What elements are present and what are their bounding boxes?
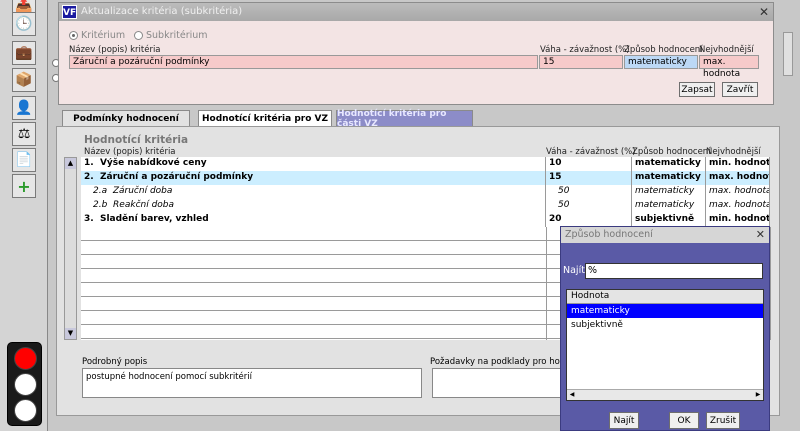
find-label: Najít [563, 265, 585, 276]
method-lookup-dialog: Způsob hodnocení ✕ Najít % Hodnota matem… [560, 226, 770, 431]
dialog-col-weight: Váha - závažnost (%) [540, 45, 630, 55]
popup-close-icon[interactable]: ✕ [756, 227, 765, 243]
detail-textarea[interactable]: postupné hodnocení pomocí subkritérií [82, 368, 422, 398]
detail-label: Podrobný popis [82, 357, 148, 367]
dialog-col-best: Nejvhodnější [699, 45, 754, 55]
table-row[interactable]: 3. Sladění barev, vzhled 20 subjektivně … [81, 213, 770, 227]
bg-side-strip [783, 32, 793, 76]
table-row-selected[interactable]: 2. Záruční a pozáruční podmínky 15 matem… [81, 171, 770, 185]
red-light [14, 347, 37, 370]
clock-icon[interactable]: 🕒 [12, 12, 36, 36]
yellow-light [14, 373, 37, 396]
tab-criteria-parts[interactable]: Hodnotící kritéria pro části VZ [336, 109, 473, 129]
scroll-left-icon[interactable]: ◀ [567, 390, 577, 400]
briefcase-icon[interactable]: 💼 [12, 41, 36, 65]
tab-evaluation-conditions[interactable]: Podmínky hodnocení [62, 110, 190, 127]
traffic-light-icon [7, 342, 42, 426]
person-icon[interactable]: 👤 [12, 96, 36, 120]
popup-titlebar: Způsob hodnocení ✕ [561, 227, 769, 243]
grid-scrollbar[interactable]: ▲ ▼ [64, 157, 77, 340]
save-button[interactable]: Zapsat [679, 82, 715, 97]
grid-col-weight: Váha - závažnost (%) [546, 147, 636, 157]
left-toolbar: 📤 🕒 💼 📦 👤 ⚖ 📄 + [0, 0, 48, 431]
best-field[interactable]: max. hodnota [699, 55, 759, 79]
close-button[interactable]: Zavřít [722, 82, 758, 97]
section-title: Hodnotící kritéria [84, 134, 189, 146]
scroll-right-icon[interactable]: ▶ [753, 390, 763, 400]
list-item-selected[interactable]: matematicky [567, 304, 763, 318]
find-input[interactable]: % [585, 263, 763, 279]
tab-criteria-vz[interactable]: Hodnotící kritéria pro VZ [198, 110, 332, 127]
find-button[interactable]: Najít [609, 412, 639, 429]
dialog-col-method: Způsob hodnocení [624, 45, 703, 55]
dialog-titlebar: VF Aktualizace kritéria (subkritéria) ✕ [59, 3, 773, 21]
document-icon[interactable]: 📄 [12, 148, 36, 172]
radio-criterion[interactable]: Kritérium [69, 30, 125, 41]
list-item[interactable]: subjektivně [567, 318, 763, 332]
table-row[interactable]: 1. Výše nabídkové ceny 10 matematicky mi… [81, 157, 770, 171]
requirements-label: Požadavky na podklady pro hodnoc [430, 357, 581, 367]
grid-col-name: Název (popis) kritéria [84, 147, 176, 157]
cancel-button[interactable]: Zrušit [706, 412, 740, 429]
list-header: Hodnota [567, 290, 763, 304]
scroll-down-icon[interactable]: ▼ [65, 328, 76, 339]
ok-button[interactable]: OK [669, 412, 699, 429]
add-icon[interactable]: + [12, 174, 36, 198]
app-logo-icon: VF [62, 5, 77, 19]
radio-subcriterion[interactable]: Subkritérium [134, 30, 208, 41]
grid-col-best: Nejvhodnější [706, 147, 761, 157]
criterion-name-field[interactable]: Záruční a pozáruční podmínky [69, 55, 538, 69]
table-row[interactable]: 2.b Reakční doba 50 matematicky max. hod… [81, 199, 770, 213]
scales-icon[interactable]: ⚖ [12, 122, 36, 146]
list-hscrollbar[interactable]: ◀ ▶ [567, 389, 763, 400]
dialog-col-name: Název (popis) kritéria [69, 45, 161, 55]
close-icon[interactable]: ✕ [759, 3, 769, 21]
green-light [14, 399, 37, 422]
requirements-textarea[interactable] [432, 368, 562, 398]
stamp-icon[interactable]: 📦 [12, 68, 36, 92]
values-list: Hodnota matematicky subjektivně ◀ ▶ [566, 289, 764, 401]
table-row[interactable]: 2.a Záruční doba 50 matematicky max. hod… [81, 185, 770, 199]
grid-col-method: Způsob hodnocení [632, 147, 711, 157]
weight-field[interactable]: 15 [539, 55, 623, 69]
scroll-up-icon[interactable]: ▲ [65, 158, 76, 169]
method-field[interactable]: matematicky [624, 55, 698, 69]
criterion-dialog: VF Aktualizace kritéria (subkritéria) ✕ … [58, 2, 774, 105]
